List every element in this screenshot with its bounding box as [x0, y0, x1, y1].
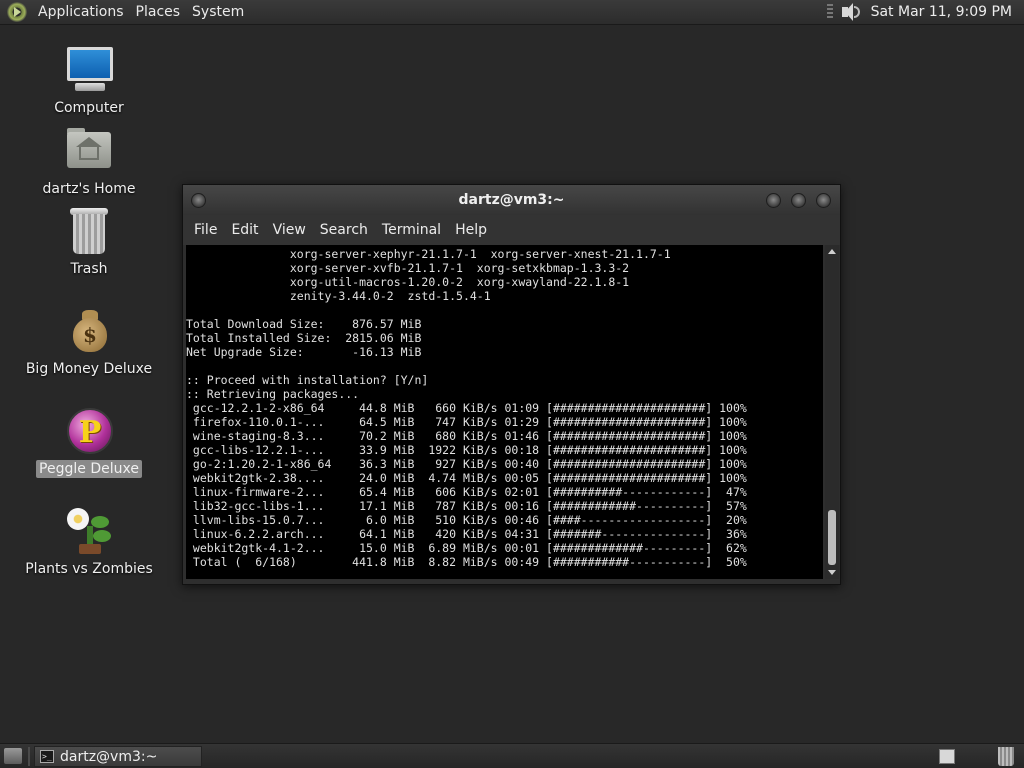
taskbar-label: dartz@vm3:~: [60, 748, 158, 765]
terminal-scrollbar[interactable]: [825, 245, 839, 579]
terminal-line: Total Installed Size: 2815.06 MiB: [186, 331, 422, 345]
terminal-line: :: Proceed with installation? [Y/n]: [186, 373, 429, 387]
desktop-icon-trash[interactable]: Trash: [14, 206, 164, 278]
show-desktop-icon[interactable]: [4, 748, 22, 764]
desktop-icon-label: Trash: [70, 261, 108, 277]
desktop-icon-peggle-deluxe[interactable]: P Peggle Deluxe: [14, 406, 164, 478]
desktop-icon-label: dartz's Home: [42, 181, 136, 197]
home-folder-icon: [65, 126, 113, 174]
terminal-line: xorg-util-macros-1.20.0-2 xorg-xwayland-…: [186, 275, 630, 289]
menu-file[interactable]: File: [187, 222, 224, 238]
maximize-button[interactable]: [791, 193, 806, 208]
trash-applet-icon[interactable]: [998, 747, 1014, 766]
desktop-icon-label: Big Money Deluxe: [25, 361, 153, 377]
window-menu-button[interactable]: [191, 193, 206, 208]
desktop-icon-label: Peggle Deluxe: [36, 460, 142, 478]
minimize-button[interactable]: [766, 193, 781, 208]
money-bag-icon: $: [65, 306, 113, 354]
terminal-line: Total ( 6/168) 441.8 MiB 8.82 MiB/s 00:4…: [186, 555, 747, 569]
menu-search[interactable]: Search: [313, 222, 375, 238]
volume-icon[interactable]: [839, 2, 861, 22]
computer-icon: [65, 45, 113, 93]
terminal-line: zenity-3.44.0-2 zstd-1.5.4-1: [186, 289, 491, 303]
terminal-line: llvm-libs-15.0.7... 6.0 MiB 510 KiB/s 00…: [186, 513, 747, 527]
close-button[interactable]: [816, 193, 831, 208]
window-title: dartz@vm3:~: [458, 192, 565, 208]
scroll-down-arrow-icon[interactable]: [828, 570, 836, 575]
desktop-icon-label: Plants vs Zombies: [25, 561, 153, 577]
scroll-up-arrow-icon[interactable]: [828, 249, 836, 254]
terminal-window[interactable]: dartz@vm3:~ File Edit View Search Termin…: [182, 184, 841, 585]
terminal-icon: >_: [40, 750, 54, 763]
desktop-icon-big-money-deluxe[interactable]: $ Big Money Deluxe: [14, 306, 164, 378]
terminal-output[interactable]: xorg-server-xephyr-21.1.7-1 xorg-server-…: [186, 245, 823, 579]
terminal-line: gcc-12.2.1-2-x86_64 44.8 MiB 660 KiB/s 0…: [186, 401, 747, 415]
trash-icon: [65, 206, 113, 254]
terminal-line: webkit2gtk-4.1-2... 15.0 MiB 6.89 MiB/s …: [186, 541, 747, 555]
terminal-line: xorg-server-xephyr-21.1.7-1 xorg-server-…: [186, 247, 671, 261]
terminal-line: xorg-server-xvfb-21.1.7-1 xorg-setxkbmap…: [186, 261, 630, 275]
terminal-line: linux-6.2.2.arch... 64.1 MiB 420 KiB/s 0…: [186, 527, 747, 541]
clock[interactable]: Sat Mar 11, 9:09 PM: [871, 4, 1012, 20]
top-panel: Applications Places System Sat Mar 11, 9…: [0, 0, 1024, 25]
terminal-line: firefox-110.0.1-... 64.5 MiB 747 KiB/s 0…: [186, 415, 747, 429]
menu-places[interactable]: Places: [130, 4, 187, 20]
plant-icon: [65, 506, 113, 554]
terminal-line: gcc-libs-12.2.1-... 33.9 MiB 1922 KiB/s …: [186, 443, 747, 457]
terminal-line: Net Upgrade Size: -16.13 MiB: [186, 345, 422, 359]
desktop-icon-home[interactable]: dartz's Home: [14, 126, 164, 198]
menu-system[interactable]: System: [186, 4, 250, 20]
desktop-icon-computer[interactable]: Computer: [14, 45, 164, 117]
terminal-line: webkit2gtk-2.38.... 24.0 MiB 4.74 MiB/s …: [186, 471, 747, 485]
taskbar-button-terminal[interactable]: >_ dartz@vm3:~: [34, 746, 202, 767]
panel-handle[interactable]: [826, 4, 833, 20]
workspace-switcher[interactable]: [939, 749, 955, 764]
menu-terminal[interactable]: Terminal: [375, 222, 448, 238]
panel-separator: [28, 747, 30, 766]
terminal-menubar: File Edit View Search Terminal Help: [183, 215, 840, 245]
terminal-line: :: Retrieving packages...: [186, 387, 360, 401]
terminal-line: linux-firmware-2... 65.4 MiB 606 KiB/s 0…: [186, 485, 747, 499]
terminal-line: Total Download Size: 876.57 MiB: [186, 317, 422, 331]
terminal-text: xorg-server-xephyr-21.1.7-1 xorg-server-…: [186, 245, 823, 569]
distro-logo-icon[interactable]: [7, 2, 27, 22]
terminal-line: lib32-gcc-libs-1... 17.1 MiB 787 KiB/s 0…: [186, 499, 747, 513]
menu-applications[interactable]: Applications: [32, 4, 130, 20]
terminal-line: wine-staging-8.3... 70.2 MiB 680 KiB/s 0…: [186, 429, 747, 443]
scroll-thumb[interactable]: [828, 510, 836, 565]
peggle-icon: P: [65, 406, 113, 454]
desktop-icon-plants-vs-zombies[interactable]: Plants vs Zombies: [14, 506, 164, 578]
menu-help[interactable]: Help: [448, 222, 494, 238]
menu-edit[interactable]: Edit: [224, 222, 265, 238]
terminal-line: go-2:1.20.2-1-x86_64 36.3 MiB 927 KiB/s …: [186, 457, 747, 471]
menu-view[interactable]: View: [266, 222, 313, 238]
desktop-icon-label: Computer: [54, 100, 124, 116]
window-titlebar[interactable]: dartz@vm3:~: [183, 185, 840, 215]
bottom-panel: >_ dartz@vm3:~: [0, 743, 1024, 768]
